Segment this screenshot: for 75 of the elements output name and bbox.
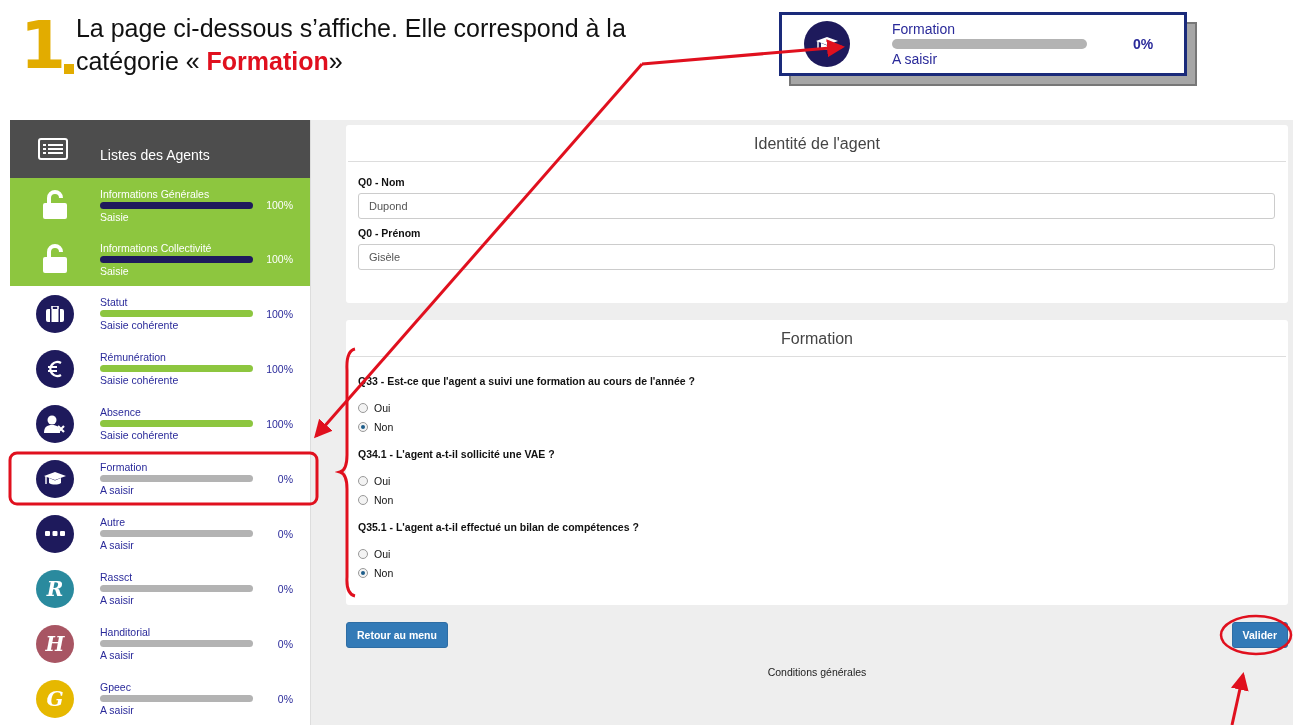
category-status: A saisir [892,51,939,67]
progress-percent: 100% [265,417,293,430]
action-button[interactable]: Retour au menu [346,622,448,648]
category-status: Saisie cohérente [100,429,180,441]
sidebar-item[interactable]: Formation A saisir 0% [10,451,310,506]
progress-percent: 100% [265,362,293,375]
category-status: Saisie cohérente [100,319,180,331]
text-field[interactable]: Dupond [358,193,1275,219]
category-title: Formation [892,21,957,37]
category-title: Informations Générales [100,187,211,200]
radio-button[interactable] [358,421,368,432]
step-marker [63,64,74,74]
unlocked-padlock-icon [42,190,68,220]
sidebar-item[interactable]: R Rassct A saisir 0% [10,561,310,616]
category-status: A saisir [100,704,135,716]
radio-button[interactable] [358,475,368,486]
radio-button[interactable] [358,567,368,578]
category-title: Informations Collectivité [100,241,213,254]
sidebar-item[interactable]: Rémunération Saisie cohérente 100% [10,341,310,396]
progress-percent: 100% [265,307,293,320]
sidebar-item[interactable]: Autre A saisir 0% [10,506,310,561]
progress-percent: 0% [276,472,293,485]
progress-percent: 0% [276,692,293,705]
action-button[interactable]: Valider [1231,622,1288,648]
option-label[interactable]: Non [374,566,394,579]
sidebar-item[interactable]: H Handitorial A saisir 0% [10,616,310,671]
radio-button[interactable] [358,548,368,559]
progress-percent: 0% [276,582,293,595]
progress-percent: 100% [265,253,293,265]
option-label[interactable]: Oui [374,401,391,414]
progress-percent: 0% [1133,36,1154,52]
category-status: A saisir [100,484,135,496]
sidebar-item[interactable]: Absence Saisie cohérente 100% [10,396,310,451]
field-label: Q0 - Nom [358,176,406,188]
option-label[interactable]: Oui [374,547,391,560]
card-title: Identité de l'agent [348,125,1286,162]
card-title: Formation [348,320,1286,357]
category-title: Absence [100,406,142,418]
field-label: Q0 - Prénom [358,227,422,239]
menu-link[interactable]: Listes des Agents [100,147,210,163]
instruction-text: La page ci-dessous s’affiche. Elle correspond à la catégorie « Formation» [75,13,627,77]
question-label: Q34.1 - L'agent a-t-il sollicité une VAE ? [358,448,556,460]
progress-percent: 0% [276,637,293,650]
category-status: Saisie cohérente [100,374,180,386]
category-status: A saisir [100,539,135,551]
option-label[interactable]: Non [374,493,394,506]
category-title: Rémunération [100,351,167,363]
question-label: Q35.1 - L'agent a-t-il effectué un bilan de compétences ? [358,521,640,533]
progress-percent: 0% [276,527,293,540]
category-status: Saisie [100,264,130,277]
category-title: Formation [100,461,149,473]
list-icon [37,138,68,160]
progress-percent: 100% [265,199,293,211]
footer-link[interactable]: Conditions générales [767,666,867,678]
category-initial: G [36,679,74,718]
category-title: Statut [100,296,129,308]
category-title: Handitorial [100,626,152,638]
radio-button[interactable] [358,494,368,505]
unlocked-padlock-icon [42,244,68,274]
category-initial: R [36,569,74,608]
option-label[interactable]: Oui [374,474,391,487]
category-title: Autre [100,516,127,528]
category-title: Rassct [100,571,134,583]
text-field[interactable]: Gisèle [358,244,1275,270]
category-initial: H [36,624,74,663]
category-status: Saisie [100,210,130,223]
category-status: A saisir [100,594,135,606]
option-label[interactable]: Non [374,420,394,433]
sidebar-item[interactable]: Statut Saisie cohérente 100% [10,286,310,341]
arrow [1230,672,1249,725]
category-title: Gpeec [100,681,132,693]
category-status: A saisir [100,649,135,661]
step-number: 1 [20,18,64,74]
sidebar-item[interactable]: G Gpeec A saisir 0% [10,671,310,725]
radio-button[interactable] [358,402,368,413]
